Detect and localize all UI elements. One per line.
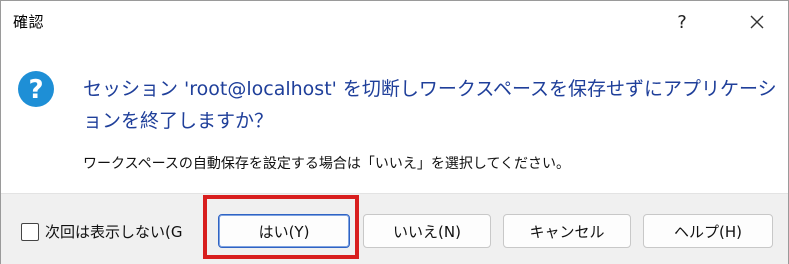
svg-text:?: ? (28, 75, 43, 105)
confirm-dialog: 確認 ? ? セッション 'root@localhost' を切断しワークスペー… (0, 0, 789, 264)
help-button[interactable]: ヘルプ(H) (643, 214, 773, 248)
button-bar: 次回は表示しない(G はい(Y) いいえ(N) キャンセル ヘルプ(H) (1, 193, 788, 264)
dont-show-again-checkbox[interactable]: 次回は表示しない(G (21, 221, 191, 242)
question-icon: ? (18, 71, 54, 107)
cancel-button[interactable]: キャンセル (503, 214, 631, 248)
message-area: ? セッション 'root@localhost' を切断しワークスペースを保存せ… (1, 43, 788, 193)
no-button[interactable]: いいえ(N) (363, 214, 491, 248)
main-message: セッション 'root@localhost' を切断しワークスペースを保存せずに… (83, 78, 777, 132)
help-title-button[interactable]: ? (659, 1, 705, 43)
close-button[interactable] (734, 1, 780, 43)
title-bar: 確認 ? (1, 1, 788, 43)
checkbox-box[interactable] (21, 222, 39, 241)
sub-message: ワークスペースの自動保存を設定する場合は「いいえ」を選択してください。 (83, 156, 571, 172)
window-title: 確認 (13, 13, 45, 31)
checkbox-label: 次回は表示しない(G (45, 223, 183, 241)
close-icon (750, 15, 764, 29)
yes-button[interactable]: はい(Y) (218, 214, 350, 248)
help-glyph: ? (677, 11, 687, 33)
